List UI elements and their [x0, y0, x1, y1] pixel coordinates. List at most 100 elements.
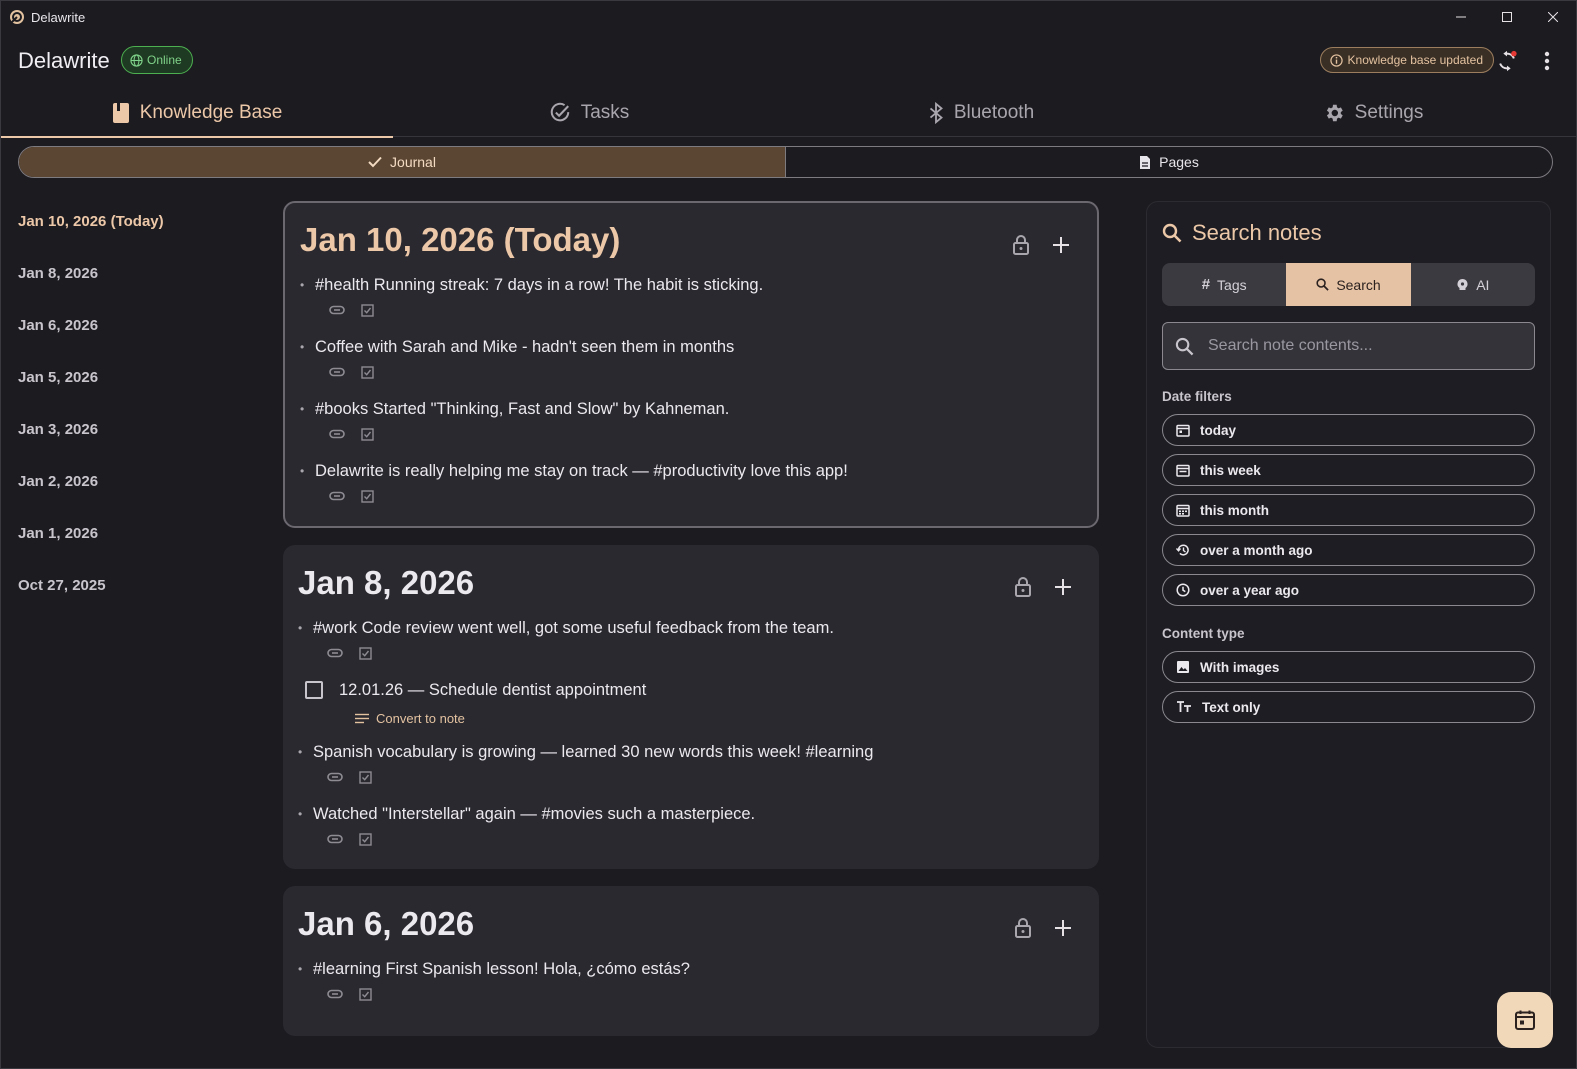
more-menu-button[interactable] — [1535, 49, 1559, 73]
lock-button[interactable] — [1011, 916, 1035, 940]
plus-icon — [1053, 237, 1069, 253]
link-icon[interactable] — [329, 367, 345, 377]
date-item[interactable]: Jan 2, 2026 — [18, 455, 248, 507]
convert-to-note-button[interactable]: Convert to note — [298, 705, 1084, 731]
tab-settings[interactable]: Settings — [1177, 89, 1569, 137]
lock-button[interactable] — [1011, 575, 1035, 599]
note-text[interactable]: Coffee with Sarah and Mike - hadn't seen… — [315, 334, 734, 360]
link-icon[interactable] — [327, 989, 343, 999]
lock-icon — [1015, 918, 1031, 938]
journal-day-card: Jan 6, 2026 • #learning First Spanish les… — [283, 886, 1099, 1036]
bullet: • — [300, 278, 305, 292]
filter-chip-with-images[interactable]: With images — [1162, 651, 1535, 683]
date-item[interactable]: Jan 1, 2026 — [18, 507, 248, 559]
calendar-fab-button[interactable] — [1497, 992, 1553, 1048]
note-text[interactable]: #work Code review went well, got some us… — [313, 615, 834, 641]
filter-chip-today[interactable]: today — [1162, 414, 1535, 446]
note-text[interactable]: Spanish vocabulary is growing — learned … — [313, 739, 873, 765]
card-actions — [1009, 233, 1073, 257]
filter-chip-over-a-month-ago[interactable]: over a month ago — [1162, 534, 1535, 566]
link-icon[interactable] — [329, 305, 345, 315]
content-type-label: Content type — [1162, 626, 1245, 641]
note-text[interactable]: Watched "Interstellar" again — #movies s… — [313, 801, 755, 827]
minimize-button[interactable] — [1438, 1, 1484, 33]
link-icon[interactable] — [327, 772, 343, 782]
pages-label: Pages — [1159, 154, 1199, 170]
checkbox-convert-icon[interactable] — [359, 646, 372, 660]
chip-label: With images — [1200, 659, 1280, 675]
checkbox-convert-icon[interactable] — [361, 303, 374, 317]
close-icon — [1548, 12, 1558, 22]
add-note-button[interactable] — [1051, 575, 1075, 599]
checkbox-convert-icon[interactable] — [361, 427, 374, 441]
date-item[interactable]: Jan 6, 2026 — [18, 299, 248, 351]
note-item: • #learning First Spanish lesson! Hola, ¿… — [298, 956, 1084, 1006]
date-item[interactable]: Jan 5, 2026 — [18, 351, 248, 403]
search-input[interactable] — [1208, 337, 1508, 355]
tab-tags[interactable]: # Tags — [1162, 263, 1286, 306]
lock-button[interactable] — [1009, 233, 1033, 257]
date-item[interactable]: Oct 27, 2025 — [18, 559, 248, 611]
chip-label: this month — [1200, 502, 1269, 518]
chip-label: over a year ago — [1200, 582, 1300, 598]
day-title: Jan 6, 2026 — [298, 905, 475, 942]
checkbox-convert-icon[interactable] — [361, 489, 374, 503]
checkbox-convert-icon[interactable] — [359, 987, 372, 1001]
chip-label: this week — [1200, 462, 1261, 478]
tab-label: Settings — [1354, 102, 1424, 123]
filter-chip-this-week[interactable]: this week — [1162, 454, 1535, 486]
sync-button[interactable] — [1495, 49, 1519, 73]
add-note-button[interactable] — [1051, 916, 1075, 940]
task-item: 12.01.26 — Schedule dentist appointment — [298, 675, 1084, 705]
note-text[interactable]: #books Started "Thinking, Fast and Slow"… — [315, 396, 729, 422]
book-icon — [112, 103, 129, 123]
link-icon[interactable] — [327, 648, 343, 658]
note-item: • #books Started "Thinking, Fast and Slow… — [300, 396, 1082, 446]
maximize-button[interactable] — [1484, 1, 1530, 33]
chip-label: over a month ago — [1200, 542, 1313, 558]
tab-search[interactable]: Search — [1286, 263, 1411, 306]
bullet: • — [298, 621, 303, 635]
filter-chip-this-month[interactable]: this month — [1162, 494, 1535, 526]
journal-segment[interactable]: Journal — [19, 147, 786, 177]
kb-status-badge[interactable]: Knowledge base updated — [1319, 47, 1494, 73]
tab-label: AI — [1476, 276, 1490, 293]
checkbox-convert-icon[interactable] — [359, 770, 372, 784]
note-item: • Delawrite is really helping me stay on … — [300, 458, 1082, 508]
note-item: • Watched "Interstellar" again — #movies … — [298, 801, 1084, 851]
tab-ai[interactable]: AI — [1411, 263, 1535, 306]
link-icon[interactable] — [329, 429, 345, 439]
close-button[interactable] — [1530, 1, 1576, 33]
add-note-button[interactable] — [1049, 233, 1073, 257]
note-text[interactable]: Delawrite is really helping me stay on t… — [315, 458, 848, 484]
tab-knowledge-base[interactable]: Knowledge Base — [1, 89, 393, 138]
checkbox-convert-icon[interactable] — [359, 832, 372, 846]
main-tabs: Knowledge Base Tasks Bluetooth Settings — [1, 89, 1576, 138]
tab-tasks[interactable]: Tasks — [393, 89, 785, 137]
date-item[interactable]: Jan 8, 2026 — [18, 247, 248, 299]
filter-chip-over-a-year-ago[interactable]: over a year ago — [1162, 574, 1535, 606]
link-icon[interactable] — [327, 834, 343, 844]
chip-label: today — [1200, 422, 1237, 438]
checkbox-convert-icon[interactable] — [361, 365, 374, 379]
title-bar: Delawrite — [1, 1, 1576, 33]
notes-lines-icon — [355, 713, 369, 723]
more-vertical-icon — [1544, 51, 1550, 71]
note-text[interactable]: #learning First Spanish lesson! Hola, ¿c… — [313, 956, 690, 982]
pages-segment[interactable]: Pages — [786, 147, 1552, 177]
app-title: Delawrite — [18, 48, 110, 73]
search-icon — [1316, 278, 1330, 291]
task-text[interactable]: 12.01.26 — Schedule dentist appointment — [339, 681, 646, 700]
clock-icon — [1176, 583, 1190, 597]
date-item[interactable]: Jan 3, 2026 — [18, 403, 248, 455]
filter-chip-text-only[interactable]: Text only — [1162, 691, 1535, 723]
plus-icon — [1055, 579, 1071, 595]
tab-bluetooth[interactable]: Bluetooth — [785, 89, 1177, 137]
link-icon[interactable] — [329, 491, 345, 501]
check-icon — [368, 156, 382, 168]
journal-feed: Jan 10, 2026 (Today) • #health Running st… — [283, 201, 1099, 1053]
date-item[interactable]: Jan 10, 2026 (Today) — [18, 195, 248, 247]
note-text[interactable]: #health Running streak: 7 days in a row!… — [315, 272, 763, 298]
note-item: • #health Running streak: 7 days in a row… — [300, 272, 1082, 322]
task-checkbox[interactable] — [305, 681, 323, 699]
